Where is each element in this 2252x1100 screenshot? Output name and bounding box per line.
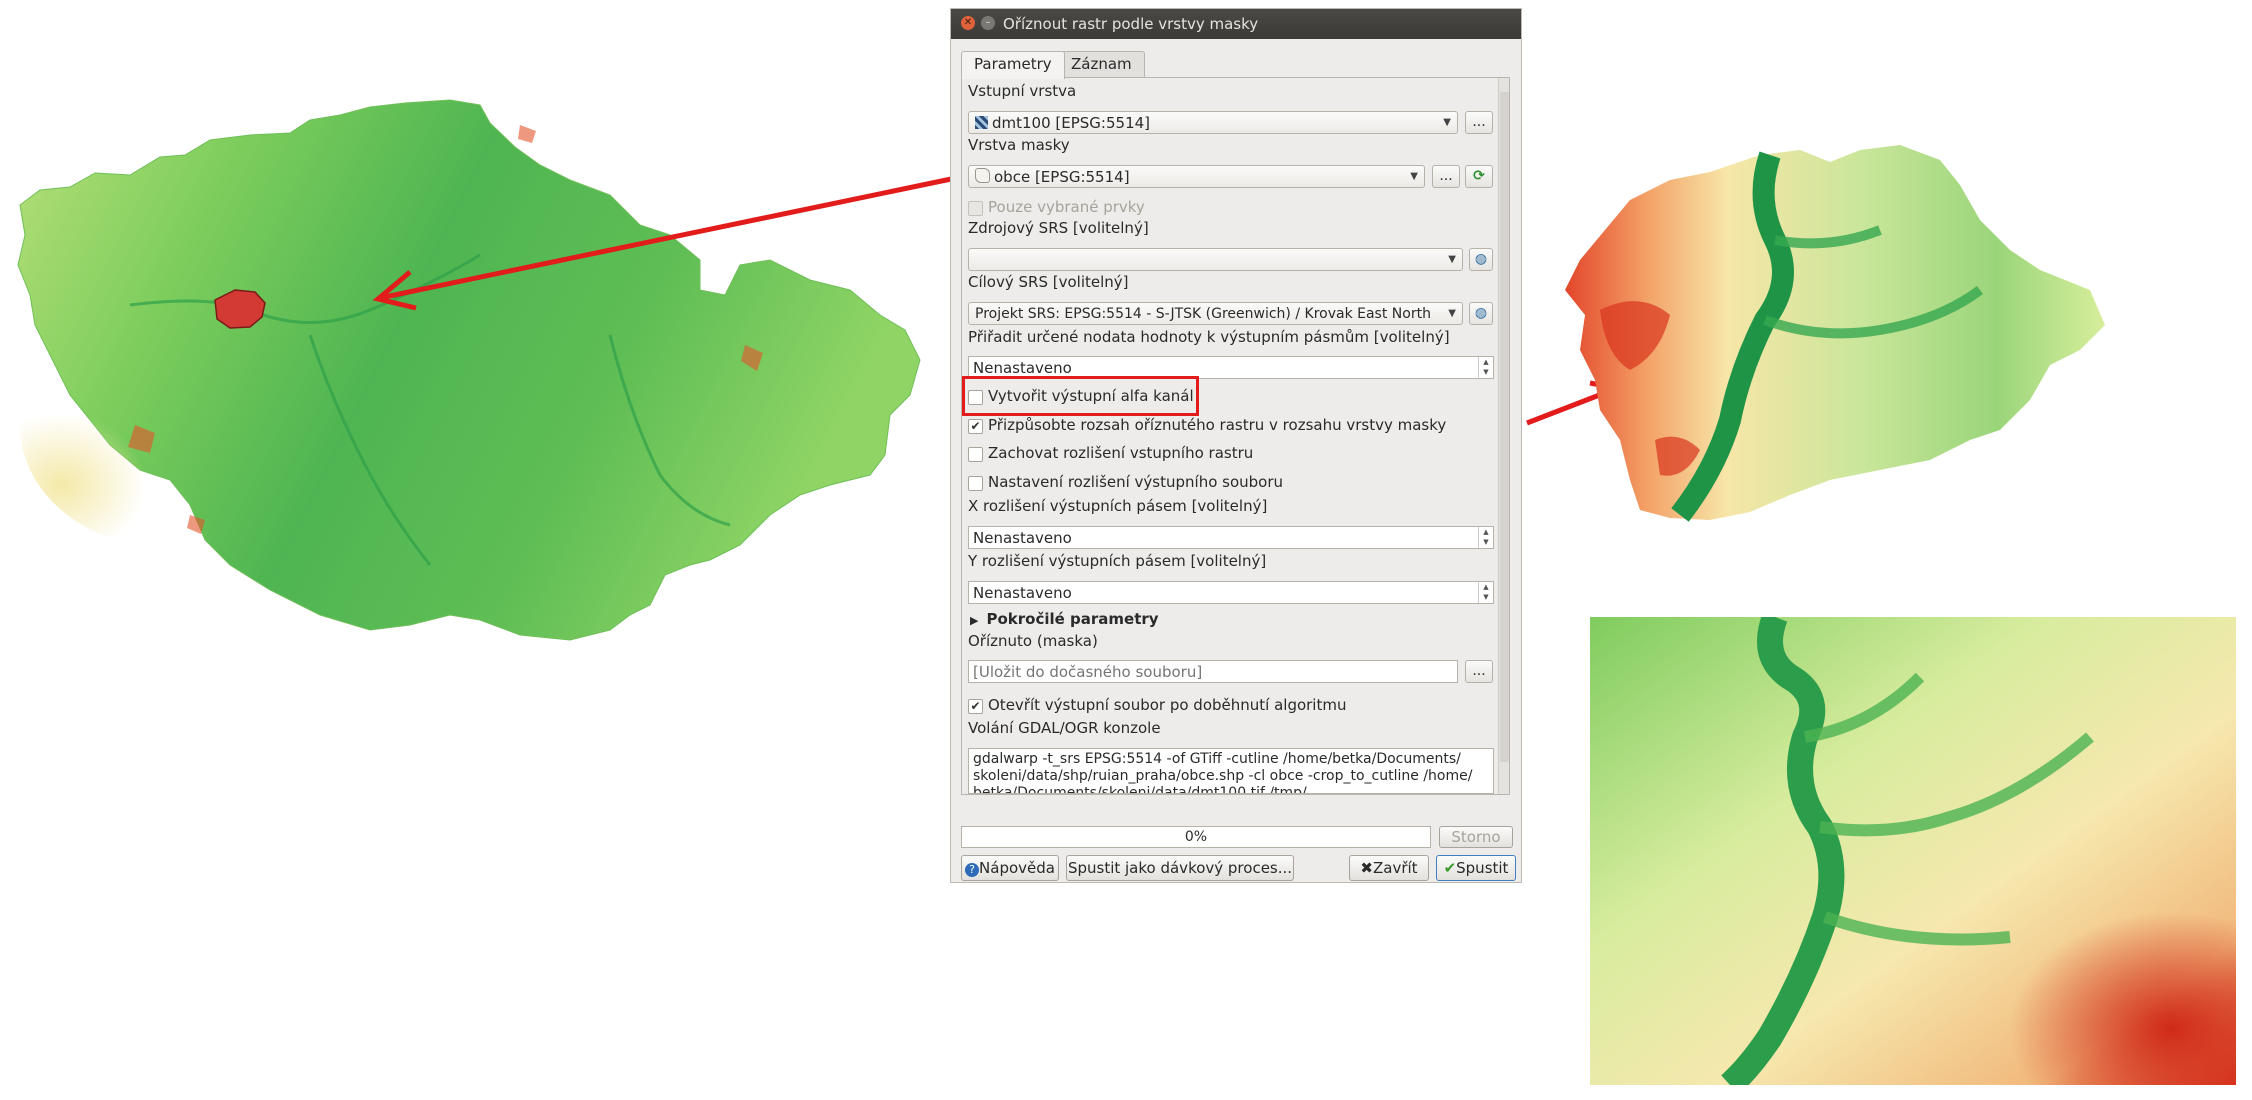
input-layer-value: dmt100 [EPSG:5514]: [992, 114, 1151, 132]
help-label: Nápověda: [979, 859, 1055, 877]
x-res-label: X rozlišení výstupních pásem [volitelný]: [968, 497, 1268, 515]
y-res-label: Y rozlišení výstupních pásem [volitelný]: [968, 552, 1267, 570]
crop-to-cutline-checkbox[interactable]: ✔: [968, 419, 983, 434]
output-path-input[interactable]: [968, 660, 1458, 683]
prague-dem-map: [1565, 145, 2105, 522]
spinner-arrows-icon[interactable]: ▲ ▼: [1478, 527, 1493, 548]
checkmark-icon: ✔: [1443, 859, 1457, 877]
gdal-command-textarea[interactable]: gdalwarp -t_srs EPSG:5514 -of GTiff -cut…: [968, 748, 1494, 794]
target-srs-label: Cílový SRS [volitelný]: [968, 273, 1129, 291]
vertical-scrollbar[interactable]: [1498, 78, 1509, 794]
gdal-console-label: Volání GDAL/OGR konzole: [968, 719, 1161, 737]
mask-layer-value: obce [EPSG:5514]: [994, 168, 1130, 186]
help-icon: ?: [965, 863, 980, 877]
mask-layer-browse-button[interactable]: ...: [1432, 165, 1460, 188]
parameters-panel: Vstupní vrstva dmt100 [EPSG:5514] ▼ ... …: [961, 77, 1510, 795]
spinner-arrows-icon[interactable]: ▲ ▼: [1478, 582, 1493, 603]
source-srs-combo[interactable]: ▼: [968, 248, 1463, 271]
mask-layer-label: Vrstva masky: [968, 136, 1070, 154]
advanced-params-label: Pokročilé parametry: [986, 610, 1159, 628]
iterate-icon[interactable]: ⟳: [1465, 165, 1493, 188]
raster-layer-icon: [975, 116, 988, 129]
chevron-down-icon: ▼: [1448, 308, 1456, 319]
alpha-highlight-box: [962, 376, 1199, 416]
triangle-right-icon: ▶: [970, 614, 979, 627]
set-resolution-checkbox[interactable]: [968, 476, 983, 491]
tab-log[interactable]: Záznam: [1058, 51, 1145, 78]
close-button[interactable]: ✖Zavřít: [1349, 855, 1429, 881]
western-hills: [20, 305, 300, 545]
target-srs-combo[interactable]: Projekt SRS: EPSG:5514 - S-JTSK (Greenwi…: [968, 302, 1463, 325]
progress-bar: 0%: [961, 826, 1431, 848]
input-layer-combo[interactable]: dmt100 [EPSG:5514] ▼: [968, 111, 1458, 134]
nodata-value: Nenastaveno: [973, 359, 1072, 377]
close-x-icon: ✖: [1360, 859, 1373, 877]
selected-only-checkbox[interactable]: [968, 201, 983, 216]
arrow-to-prague: [372, 175, 957, 311]
x-res-input[interactable]: Nenastaveno ▲ ▼: [968, 526, 1494, 549]
x-res-value: Nenastaveno: [973, 529, 1072, 547]
mask-layer-combo[interactable]: obce [EPSG:5514] ▼: [968, 165, 1425, 188]
chevron-down-icon: ▼: [1410, 171, 1418, 182]
scrollbar-thumb[interactable]: [1500, 92, 1509, 762]
clip-raster-dialog: ✕ – Oříznout rastr podle vrstvy masky Pa…: [950, 8, 1522, 883]
y-res-input[interactable]: Nenastaveno ▲ ▼: [968, 581, 1494, 604]
chevron-down-icon: ▼: [1443, 117, 1451, 128]
crop-to-cutline-label: Přizpůsobte rozsah oříznutého rastru v r…: [988, 416, 1447, 434]
advanced-params-toggle[interactable]: ▶ Pokročilé parametry: [970, 610, 1159, 628]
keep-resolution-checkbox[interactable]: [968, 447, 983, 462]
set-resolution-label: Nastavení rozlišení výstupního souboru: [988, 473, 1284, 491]
nodata-label: Přiřadit určené nodata hodnoty k výstupn…: [968, 328, 1450, 346]
polygon-layer-icon: [975, 168, 990, 183]
globe-icon[interactable]: ◍: [1469, 248, 1493, 271]
gdal-line: gdalwarp -t_srs EPSG:5514 -of GTiff -cut…: [973, 751, 1461, 767]
target-srs-value: Projekt SRS: EPSG:5514 - S-JTSK (Greenwi…: [975, 306, 1431, 322]
tab-parameters[interactable]: Parametry: [961, 51, 1065, 79]
input-layer-label: Vstupní vrstva: [968, 82, 1077, 100]
output-label: Oříznuto (maska): [968, 632, 1098, 650]
globe-icon[interactable]: ◍: [1469, 302, 1493, 325]
gdal-line: skoleni/data/shp/ruian_praha/obce.shp -c…: [973, 768, 1473, 784]
open-output-label: Otevřít výstupní soubor po doběhnutí alg…: [988, 696, 1347, 714]
open-output-checkbox[interactable]: ✔: [968, 699, 983, 714]
selected-only-label: Pouze vybrané prvky: [988, 198, 1145, 216]
source-srs-label: Zdrojový SRS [volitelný]: [968, 219, 1149, 237]
progress-text: 0%: [1184, 829, 1208, 845]
gdal-line: betka/Documents/skoleni/data/dmt100.tif …: [973, 785, 1307, 794]
spinner-arrows-icon[interactable]: ▲ ▼: [1478, 357, 1493, 378]
y-res-value: Nenastaveno: [973, 584, 1072, 602]
dem-detail: [1590, 617, 2236, 1085]
output-browse-button[interactable]: ...: [1465, 660, 1493, 683]
run-button[interactable]: ✔Spustit: [1436, 855, 1516, 881]
run-label: Spustit: [1456, 859, 1509, 877]
dialog-title: Oříznout rastr podle vrstvy masky: [1003, 15, 1259, 33]
batch-process-button[interactable]: Spustit jako dávkový proces...: [1066, 855, 1294, 881]
close-icon[interactable]: ✕: [961, 16, 975, 30]
chevron-down-icon: ▼: [1448, 254, 1456, 265]
close-label: Zavřít: [1373, 859, 1418, 877]
input-layer-browse-button[interactable]: ...: [1465, 111, 1493, 134]
minimize-icon[interactable]: –: [981, 16, 995, 30]
keep-resolution-label: Zachovat rozlišení vstupního rastru: [988, 444, 1254, 462]
title-bar: ✕ – Oříznout rastr podle vrstvy masky: [951, 9, 1521, 39]
cancel-button[interactable]: Storno: [1439, 826, 1513, 848]
help-button[interactable]: ? Nápověda: [961, 855, 1059, 881]
